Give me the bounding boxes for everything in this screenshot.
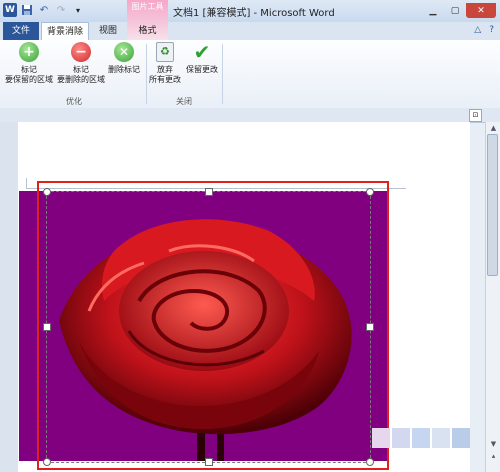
group-separator-2 [222, 44, 223, 104]
title-bar: W ↶ ↷ ▾ 图片工具 文档1 [兼容模式] - Microsoft Word… [0, 0, 500, 22]
resize-handle-bottom[interactable] [205, 458, 213, 466]
discard-label-2: 所有更改 [149, 75, 181, 84]
undo-icon[interactable]: ↶ [37, 3, 51, 17]
window-title: 文档1 [兼容模式] - Microsoft Word [173, 8, 335, 19]
group-separator [146, 44, 147, 104]
scroll-down-icon[interactable]: ▼ [489, 440, 498, 449]
maximize-icon[interactable]: ▢ [444, 3, 466, 18]
mark-keep-label-2: 要保留的区域 [5, 75, 53, 84]
keep-changes-button[interactable]: ✔ 保留更改 [184, 42, 220, 75]
mark-remove-button[interactable]: − 标记 要删除的区域 [56, 42, 106, 85]
mark-keep-label-1: 标记 [21, 65, 37, 74]
delete-mark-button[interactable]: ✕ 删除标记 [104, 42, 144, 75]
help-icon[interactable]: ? [489, 25, 494, 35]
word-logo-icon[interactable]: W [3, 3, 17, 17]
discard-icon: ♻ [156, 42, 174, 62]
picture-tools-context-label: 图片工具 [127, 0, 168, 22]
discard-changes-button[interactable]: ♻ 放弃 所有更改 [148, 42, 182, 85]
ruler-strip: ⊡ [0, 108, 500, 123]
resize-handle-top-right[interactable] [366, 188, 374, 196]
keep-changes-label: 保留更改 [186, 65, 218, 74]
resize-handle-bottom-right[interactable] [366, 458, 374, 466]
ribbon-right-controls: △ ? [474, 25, 494, 35]
minus-icon: − [71, 42, 91, 62]
customize-icon[interactable]: ▾ [71, 3, 85, 17]
scroll-up-icon[interactable]: ▲ [489, 124, 498, 133]
scroll-thumb[interactable] [487, 134, 498, 276]
mark-keep-button[interactable]: + 标记 要保留的区域 [4, 42, 54, 85]
collapse-ribbon-icon[interactable]: △ [474, 25, 481, 35]
tab-view[interactable]: 视图 [93, 22, 123, 40]
plus-icon: + [19, 42, 39, 62]
redo-icon[interactable]: ↷ [54, 3, 68, 17]
save-icon[interactable] [20, 3, 34, 17]
prev-page-icon[interactable]: ▴ [489, 452, 498, 461]
tab-file[interactable]: 文件 [3, 22, 39, 40]
discard-label-1: 放弃 [157, 65, 173, 74]
tab-format[interactable]: 格式 [127, 22, 168, 40]
ribbon: + 标记 要保留的区域 − 标记 要删除的区域 ✕ 删除标记 优化 ♻ 放弃 所… [0, 40, 500, 109]
quick-access-toolbar: W ↶ ↷ ▾ [3, 3, 85, 17]
mark-remove-label-2: 要删除的区域 [57, 75, 105, 84]
vertical-scrollbar[interactable]: ▲ ▼ ▴ [485, 122, 500, 472]
tab-background-removal[interactable]: 背景消除 [41, 22, 89, 40]
resize-handle-right[interactable] [366, 323, 374, 331]
watermark-blur [372, 428, 470, 448]
resize-handle-bottom-left[interactable] [43, 458, 51, 466]
group-label-close: 关闭 [176, 97, 192, 106]
checkmark-icon: ✔ [193, 40, 211, 64]
margin-marker-corner [26, 178, 27, 188]
window-controls: ▁ ▢ ✕ [422, 3, 496, 18]
resize-handle-left[interactable] [43, 323, 51, 331]
delete-mark-label: 删除标记 [108, 65, 140, 74]
mark-remove-label-1: 标记 [73, 65, 89, 74]
resize-handle-top[interactable] [205, 188, 213, 196]
ruler-toggle-icon[interactable]: ⊡ [469, 109, 482, 122]
group-label-optimize: 优化 [66, 97, 82, 106]
resize-handle-top-left[interactable] [43, 188, 51, 196]
minimize-icon[interactable]: ▁ [422, 3, 444, 18]
picture-bounds-outline [37, 181, 389, 470]
close-icon[interactable]: ✕ [466, 3, 496, 18]
ribbon-tabs: 文件 背景消除 视图 格式 △ ? [0, 22, 500, 40]
delete-mark-icon: ✕ [114, 42, 134, 62]
